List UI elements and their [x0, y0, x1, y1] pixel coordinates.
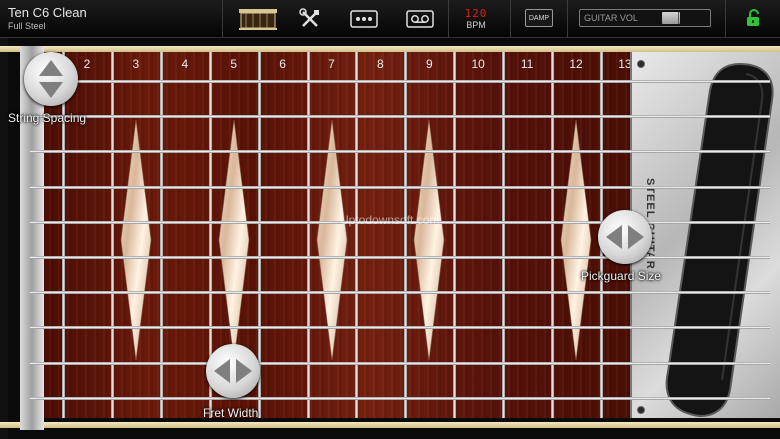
preset-selector[interactable]: Ten C6 Clean Full Steel	[8, 5, 218, 32]
screw	[637, 406, 645, 414]
instrument-icon	[239, 9, 277, 30]
fret-width-control[interactable]	[206, 344, 260, 398]
tools-icon	[299, 8, 319, 27]
preset-name[interactable]: Ten C6 Clean	[8, 5, 218, 20]
string-4[interactable]	[30, 185, 770, 189]
fret-number-10: 10	[471, 57, 485, 71]
left-right-arrows-icon	[214, 359, 252, 383]
pickguard-size-label: Pickguard Size	[581, 269, 662, 283]
fret-number-3: 3	[132, 57, 140, 71]
toolbar-divider	[510, 0, 511, 38]
string-spacing-label: String Spacing	[8, 111, 87, 125]
bpm-label: BPM	[466, 19, 486, 30]
string-6[interactable]	[30, 256, 770, 259]
watermark-text: Uptodownsoft.com	[340, 213, 440, 227]
fret-number-12: 12	[569, 57, 583, 71]
tape-icon	[406, 10, 434, 28]
string-2[interactable]	[30, 115, 770, 119]
fret-number-4: 4	[181, 57, 189, 71]
screw	[637, 60, 645, 68]
instrument-button[interactable]	[236, 4, 280, 34]
fret-number-6: 6	[279, 57, 286, 71]
pickup	[665, 62, 774, 417]
bpm-control[interactable]: 120 BPM	[458, 4, 494, 34]
string-7[interactable]	[30, 291, 770, 295]
fret-width-label: Fret Width	[203, 406, 259, 420]
up-down-arrows-icon	[39, 60, 63, 98]
fret-inlay-9	[413, 120, 445, 360]
bottom-binding	[0, 422, 780, 428]
fret-number-11: 11	[520, 57, 534, 71]
string-3[interactable]	[30, 150, 770, 154]
toolbar-divider	[222, 0, 223, 38]
string-1[interactable]	[30, 80, 770, 83]
preset-subtitle: Full Steel	[8, 21, 46, 31]
volume-track[interactable]	[662, 12, 709, 24]
controller-icon	[350, 10, 378, 28]
guitar-volume-label: GUITAR VOL	[584, 13, 638, 23]
toolbar-divider	[448, 0, 449, 38]
guitar-volume-slider[interactable]: GUITAR VOL	[579, 9, 711, 27]
controller-button[interactable]	[348, 4, 380, 34]
fret-inlay-12	[560, 120, 592, 360]
fret-number-9: 9	[425, 57, 433, 71]
toolbar-divider	[567, 0, 568, 38]
fret-number-7: 7	[328, 57, 335, 71]
string-10[interactable]	[30, 396, 770, 400]
left-right-arrows-icon	[606, 225, 644, 249]
volume-thumb[interactable]	[678, 12, 679, 24]
string-8[interactable]	[30, 326, 770, 330]
fret-inlay-5	[218, 120, 249, 360]
fret-number-8: 8	[377, 57, 384, 71]
recorder-button[interactable]	[404, 4, 436, 34]
instrument-stage[interactable]: 2 3 4 5 6 7 8 9 10 11 12 13 STEEL GUITAR Uptodownso…	[0, 38, 780, 439]
headstock-edge	[0, 38, 8, 439]
lock-button[interactable]	[744, 8, 764, 28]
pickguard-size-control[interactable]	[598, 210, 652, 264]
toolbar-divider	[725, 0, 726, 38]
bpm-value: 120	[464, 6, 488, 20]
fret-number-5: 5	[230, 57, 238, 71]
settings-tools-button[interactable]	[296, 4, 324, 34]
string-spacing-control[interactable]	[24, 52, 78, 106]
unlock-icon	[747, 9, 759, 26]
damp-button[interactable]: DAMP	[525, 9, 553, 27]
fret-inlay-7	[316, 120, 347, 360]
top-toolbar: Ten C6 Clean Full Steel 120 BPM DAMP GUI…	[0, 0, 780, 38]
string-9[interactable]	[30, 361, 770, 365]
fret-inlay-3	[120, 120, 152, 360]
